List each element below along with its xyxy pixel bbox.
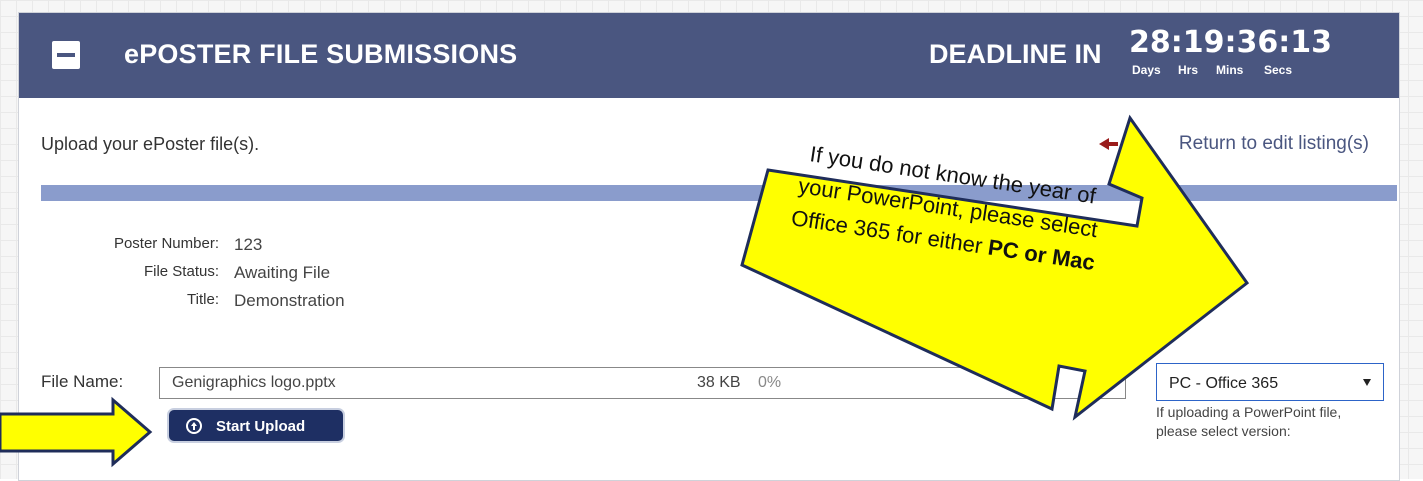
file-field[interactable]: Genigraphics logo.pptx 38 KB 0%	[159, 367, 1126, 399]
deadline-label: DEADLINE IN	[929, 39, 1102, 69]
chevron-down-icon	[1363, 379, 1371, 386]
upload-progress-percent: 0%	[758, 374, 782, 391]
countdown-days-label: Days	[1132, 63, 1161, 77]
powerpoint-version-select[interactable]: PC - Office 365	[1156, 363, 1384, 401]
file-status-value: Awaiting File	[234, 263, 331, 282]
title-value: Demonstration	[234, 291, 345, 310]
submission-panel: ePOSTER FILE SUBMISSIONS DEADLINE IN 28:…	[18, 12, 1400, 481]
collapse-icon-bar	[57, 53, 75, 57]
version-selected-value: PC - Office 365	[1169, 375, 1279, 392]
panel-header: ePOSTER FILE SUBMISSIONS DEADLINE IN 28:…	[19, 13, 1399, 98]
return-to-edit-link[interactable]: Return to edit listing(s)	[1179, 133, 1369, 155]
countdown-hrs-label: Hrs	[1178, 63, 1199, 77]
upload-heading: Upload your ePoster file(s).	[41, 134, 260, 154]
poster-number-value: 123	[234, 235, 263, 254]
file-name-value: Genigraphics logo.pptx	[172, 374, 336, 391]
version-help-text: If uploading a PowerPoint file, please s…	[1156, 404, 1342, 439]
section-divider-bar	[41, 185, 1397, 201]
countdown-mins-label: Mins	[1216, 63, 1244, 77]
file-size: 38 KB	[697, 374, 741, 391]
start-upload-label: Start Upload	[216, 418, 306, 435]
back-arrow-icon-tail	[1108, 142, 1118, 146]
file-name-label: File Name:	[41, 372, 124, 391]
upload-icon	[186, 418, 202, 434]
start-upload-button[interactable]: Start Upload	[167, 408, 345, 443]
deadline-countdown: 28:19:36:13	[1129, 25, 1332, 60]
poster-number-label: Poster Number:	[113, 235, 219, 252]
countdown-secs-label: Secs	[1264, 63, 1293, 77]
panel-title: ePOSTER FILE SUBMISSIONS	[124, 39, 518, 69]
collapse-icon[interactable]	[52, 41, 80, 69]
file-status-label: File Status:	[143, 263, 219, 280]
title-label: Title:	[187, 291, 219, 308]
